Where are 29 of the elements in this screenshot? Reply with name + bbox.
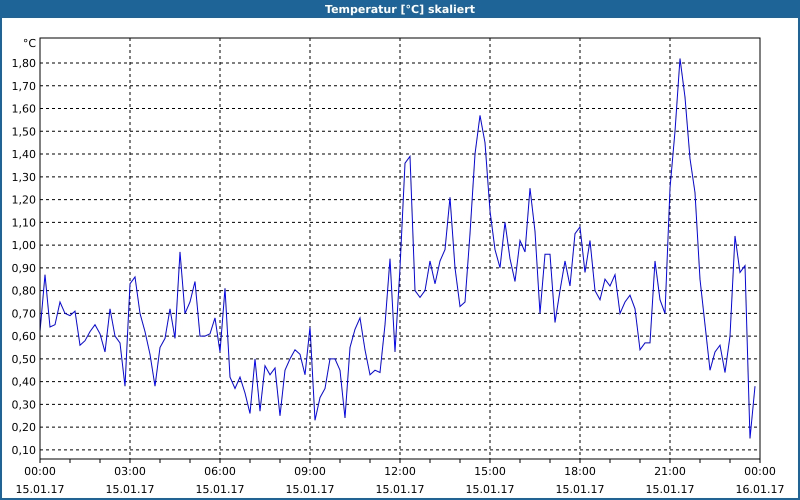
y-tick-label: 0,80	[12, 284, 36, 298]
y-tick-label: 0,70	[12, 307, 36, 320]
y-tick-label: 0,20	[12, 421, 36, 434]
window-title: Temperatur [°C] skaliert	[0, 0, 800, 18]
y-tick-label: 1,20	[12, 194, 36, 207]
x-tick-label: 18:00 15.01.17	[554, 464, 606, 498]
y-tick-label: 0,90	[12, 262, 36, 275]
y-tick-label: 0,50	[12, 352, 36, 366]
y-tick-label: 1,70	[12, 80, 36, 93]
y-tick-label: 0,10	[12, 444, 36, 457]
x-tick-label: 03:00 15.01.17	[104, 464, 156, 498]
y-tick-label: 1,50	[12, 125, 36, 138]
x-tick-label: 00:00 15.01.17	[14, 464, 66, 498]
y-axis-unit: °C	[22, 37, 36, 50]
y-tick-label: 1,30	[12, 170, 36, 184]
y-tick-label: 1,80	[12, 57, 36, 70]
y-tick-label: 0,30	[12, 398, 36, 412]
y-tick-label: 0,40	[12, 376, 36, 389]
y-tick-label: 1,60	[12, 102, 36, 116]
y-tick-label: 1,00	[12, 239, 36, 252]
y-tick-label: 1,10	[12, 216, 36, 230]
x-tick-label: 00:00 16.01.17	[734, 464, 786, 498]
x-tick-label: 09:00 15.01.17	[284, 464, 336, 498]
x-tick-label: 21:00 15.01.17	[644, 464, 696, 498]
y-tick-label: 0,60	[12, 330, 36, 344]
x-tick-label: 06:00 15.01.17	[194, 464, 246, 498]
x-tick-label: 12:00 15.01.17	[374, 464, 426, 498]
x-tick-label: 15:00 15.01.17	[464, 464, 516, 498]
y-tick-label: 1,40	[12, 148, 36, 162]
